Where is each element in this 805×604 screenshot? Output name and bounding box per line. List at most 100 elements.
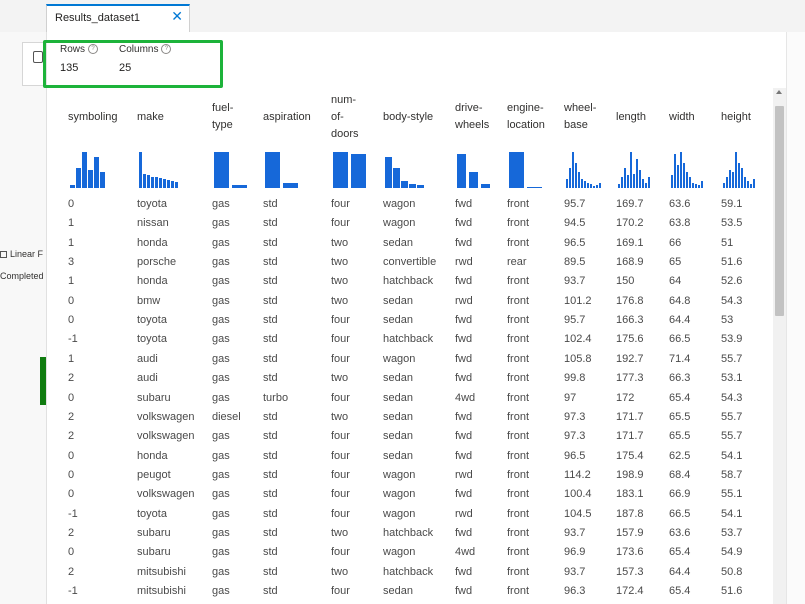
table-cell-wheel-base: 100.4 <box>564 488 592 500</box>
histogram-bar <box>509 152 524 188</box>
table-cell-aspiration: std <box>263 372 278 384</box>
table-cell-num-of-doors: two <box>331 256 349 268</box>
histogram-bar <box>695 184 697 188</box>
tab-results-dataset1[interactable]: Results_dataset1 ✕ <box>46 4 190 32</box>
histogram-bar <box>738 163 740 188</box>
histogram-bar <box>671 175 673 188</box>
histogram-bar <box>214 152 229 188</box>
table-cell-drive-wheels: fwd <box>455 488 473 500</box>
table-cell-height: 55.7 <box>721 411 743 423</box>
table-cell-fuel-type: gas <box>212 333 230 345</box>
table-cell-height: 52.6 <box>721 275 743 287</box>
histogram-bar <box>753 179 755 188</box>
table-cell-num-of-doors: four <box>331 314 350 326</box>
table-cell-wheel-base: 99.8 <box>564 372 586 384</box>
table-cell-symboling: 1 <box>68 217 75 229</box>
histogram-bar <box>527 187 542 188</box>
histogram-bar <box>596 185 598 188</box>
histogram-bar <box>747 181 749 188</box>
table-cell-aspiration: std <box>263 546 278 558</box>
column-header-width[interactable]: width <box>669 109 695 126</box>
table-cell-wheel-base: 93.7 <box>564 566 586 578</box>
histogram-bar <box>566 179 568 188</box>
histogram-bar <box>82 152 87 188</box>
column-header-num-of-doors[interactable]: num-of-doors <box>331 92 359 143</box>
column-header-fuel-type[interactable]: fuel-type <box>212 100 233 134</box>
histogram-bar <box>155 177 158 188</box>
table-cell-height: 53.5 <box>721 217 743 229</box>
table-cell-fuel-type: gas <box>212 585 230 597</box>
table-cell-body-style: hatchback <box>383 275 434 287</box>
table-cell-length: 177.3 <box>616 372 644 384</box>
column-header-height[interactable]: height <box>721 109 751 126</box>
column-header-text: wheels <box>455 119 490 131</box>
column-header-engine-location[interactable]: engine-location <box>507 100 545 134</box>
histogram-bar <box>624 168 626 188</box>
histogram-bar <box>163 179 166 188</box>
table-cell-fuel-type: gas <box>212 527 230 539</box>
background-status-completed: Completed <box>0 271 44 281</box>
column-header-drive-wheels[interactable]: drive-wheels <box>455 100 489 134</box>
table-cell-width: 63.6 <box>669 527 691 539</box>
table-cell-aspiration: std <box>263 430 278 442</box>
histogram-bar <box>147 175 150 188</box>
table-cell-body-style: sedan <box>383 372 413 384</box>
table-cell-symboling: -1 <box>68 508 78 520</box>
table-cell-width: 68.4 <box>669 469 691 481</box>
table-cell-width: 63.8 <box>669 217 691 229</box>
column-header-aspiration[interactable]: aspiration <box>263 109 311 126</box>
histogram-bar <box>630 152 632 188</box>
histogram-bar <box>590 184 592 188</box>
table-cell-make: volkswagen <box>137 488 195 500</box>
table-cell-height: 51.6 <box>721 256 743 268</box>
histogram-bar <box>581 179 583 188</box>
background-canvas <box>0 32 46 604</box>
table-cell-make: subaru <box>137 527 171 539</box>
table-cell-drive-wheels: rwd <box>455 295 473 307</box>
table-cell-body-style: sedan <box>383 392 413 404</box>
table-cell-length: 187.8 <box>616 508 644 520</box>
histogram-bar <box>744 177 746 188</box>
close-icon[interactable]: ✕ <box>171 8 183 25</box>
histogram-bar <box>627 175 629 188</box>
histogram-bar <box>636 159 638 188</box>
background-module-linear[interactable]: Linear F <box>0 249 43 259</box>
table-cell-engine-location: front <box>507 314 530 326</box>
scroll-up-icon[interactable] <box>776 90 782 94</box>
column-header-make[interactable]: make <box>137 109 164 126</box>
table-cell-length: 192.7 <box>616 353 644 365</box>
table-cell-drive-wheels: fwd <box>455 198 473 210</box>
histogram-bar <box>100 172 105 188</box>
table-cell-fuel-type: gas <box>212 392 230 404</box>
column-header-length[interactable]: length <box>616 109 646 126</box>
column-header-text: drive- <box>455 102 483 114</box>
column-header-text: symboling <box>68 110 118 123</box>
table-cell-length: 171.7 <box>616 411 644 423</box>
data-table: symboling make fuel-type aspiration num-of-d… <box>47 88 773 604</box>
column-header-wheel-base[interactable]: wheel-base <box>564 100 596 134</box>
table-cell-width: 66.5 <box>669 333 691 345</box>
table-cell-width: 65.5 <box>669 411 691 423</box>
table-cell-width: 65.4 <box>669 585 691 597</box>
table-cell-height: 53 <box>721 314 734 326</box>
vertical-scrollbar[interactable] <box>773 88 786 604</box>
column-header-text: base <box>564 119 588 131</box>
table-cell-width: 66.3 <box>669 372 691 384</box>
column-header-body-style[interactable]: body-style <box>383 109 433 126</box>
scrollbar-thumb[interactable] <box>775 106 784 316</box>
histogram-bar <box>750 184 752 188</box>
table-cell-make: toyota <box>137 198 167 210</box>
histogram-bar <box>351 154 366 188</box>
table-cell-height: 59.1 <box>721 198 743 210</box>
histogram-bar <box>680 152 682 188</box>
histogram-bar <box>735 152 737 188</box>
column-header-symboling[interactable]: symboling <box>68 109 118 126</box>
table-cell-symboling: 0 <box>68 314 75 326</box>
histogram-bar <box>732 172 734 188</box>
table-cell-aspiration: std <box>263 198 278 210</box>
histogram-bar <box>175 182 178 188</box>
table-cell-width: 65.5 <box>669 430 691 442</box>
table-cell-aspiration: std <box>263 508 278 520</box>
table-cell-engine-location: front <box>507 546 530 558</box>
table-cell-drive-wheels: fwd <box>455 411 473 423</box>
